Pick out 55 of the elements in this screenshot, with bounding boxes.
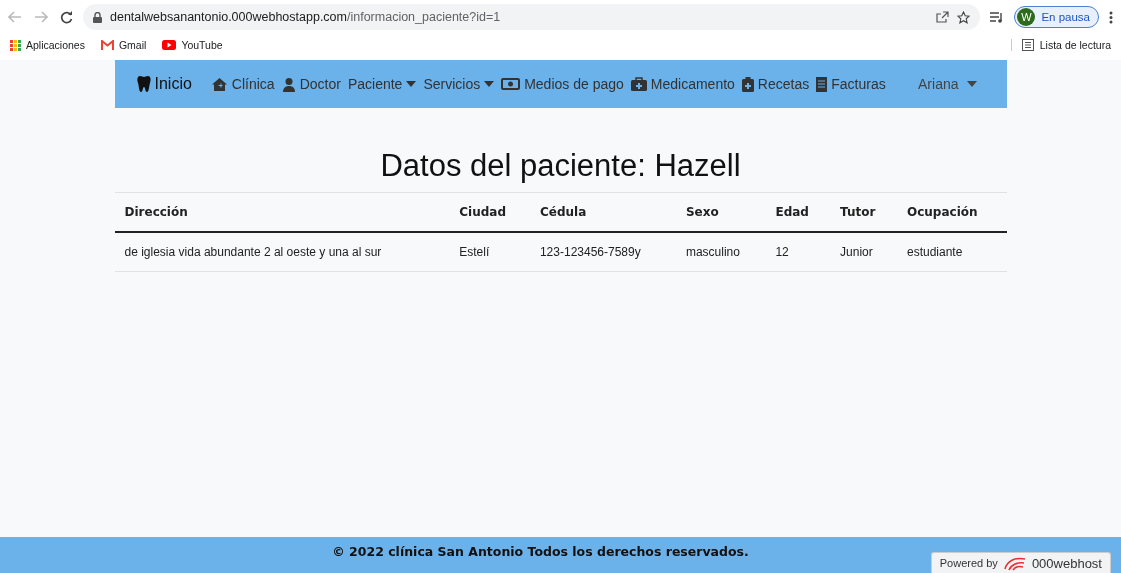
column-header: Cédula: [529, 192, 676, 232]
caret-icon: [406, 81, 417, 87]
column-header: Ciudad: [449, 192, 530, 232]
banknote-icon: [501, 78, 521, 90]
copyright-text: © 2022 clínica San Antonio Todos los derechos reservados.: [332, 544, 749, 561]
caret-icon: [966, 81, 977, 87]
lock-icon: [93, 11, 102, 23]
nav-link[interactable]: Recetas: [741, 76, 810, 92]
apps-grid-icon: [10, 39, 21, 51]
column-header: Edad: [765, 192, 831, 232]
receipt-icon: [816, 76, 828, 92]
powered-by-badge[interactable]: Powered by 000webhost: [930, 552, 1111, 573]
media-queue-icon[interactable]: [990, 11, 1005, 23]
swirl-icon: [1002, 555, 1027, 571]
clipboard-icon: [741, 76, 754, 92]
column-header: Tutor: [830, 192, 897, 232]
nav-link[interactable]: Paciente: [347, 76, 417, 92]
column-header: Ocupación: [896, 192, 1007, 232]
share-icon[interactable]: [936, 11, 950, 23]
bookmark[interactable]: YouTube: [162, 39, 223, 51]
nav-link[interactable]: Medios de pago: [501, 76, 624, 92]
nav-link[interactable]: Doctor: [281, 76, 341, 92]
nav-link[interactable]: Facturas: [816, 76, 886, 92]
column-header: Sexo: [675, 192, 766, 232]
table-cell: Estelí: [449, 232, 530, 272]
play-icon: [162, 40, 177, 50]
bookmark[interactable]: Gmail: [100, 39, 147, 51]
tooth-icon: [136, 76, 151, 92]
table-cell: masculino: [675, 232, 766, 272]
page-title: Datos del paciente: Hazell: [379, 148, 742, 184]
house-icon: [210, 76, 228, 92]
caret-icon: [484, 81, 495, 87]
list-icon: [1021, 39, 1034, 51]
first-aid-kit-icon: [630, 77, 647, 91]
address-bar[interactable]: dentalwebsanantonio.000webhostapp.com/informacion_paciente?id=1: [83, 4, 981, 30]
reload-icon[interactable]: [60, 10, 73, 24]
table-cell: Junior: [830, 232, 897, 272]
table-cell: de iglesia vida abundante 2 al oeste y una al sur: [114, 232, 450, 272]
table-cell: estudiante: [896, 232, 1007, 272]
home-link[interactable]: Inicio: [136, 75, 192, 93]
url-text: dentalwebsanantonio.000webhostapp.com/informacion_paciente?id=1: [110, 10, 501, 24]
menu-icon[interactable]: [1109, 10, 1113, 24]
table-cell: 12: [765, 232, 831, 272]
star-icon[interactable]: [957, 10, 971, 24]
profile-button[interactable]: W En pausa: [1014, 6, 1099, 28]
reading-list-button[interactable]: Lista de lectura: [1010, 39, 1111, 51]
nav-link[interactable]: Clínica: [210, 76, 275, 92]
person-icon: [281, 76, 296, 92]
mail-icon: [100, 40, 114, 50]
bookmark[interactable]: Aplicaciones: [10, 39, 85, 51]
user-menu[interactable]: Ariana: [918, 76, 977, 92]
nav-link[interactable]: Servicios: [423, 76, 495, 92]
nav-link[interactable]: Medicamento: [630, 76, 735, 92]
column-header: Dirección: [114, 192, 450, 232]
table-cell: 123-123456-7589y: [529, 232, 676, 272]
